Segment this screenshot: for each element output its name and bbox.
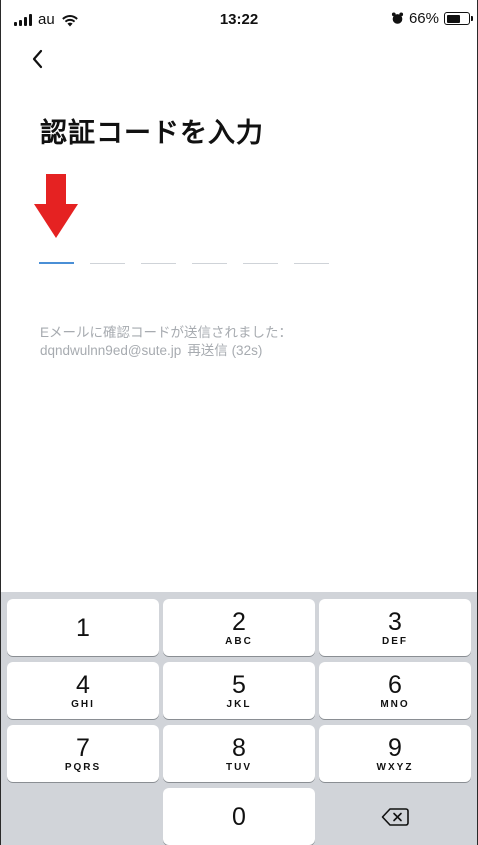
code-slot[interactable] bbox=[294, 258, 329, 264]
code-slot[interactable] bbox=[90, 258, 125, 264]
email-address: dqndwulnn9ed@sute.jp bbox=[40, 343, 182, 358]
resend-link[interactable]: 再送信 (32s) bbox=[187, 343, 262, 358]
key-number: 4 bbox=[76, 670, 90, 699]
key-number: 7 bbox=[76, 733, 90, 762]
info-message: Eメールに確認コードが送信されました： bbox=[40, 325, 293, 340]
status-right: 66% bbox=[391, 10, 473, 27]
key-number: 0 bbox=[232, 802, 246, 831]
email-sent-info: Eメールに確認コードが送信されました： dqndwulnn9ed@sute.jp… bbox=[40, 324, 292, 360]
key-7[interactable]: 7 PQRS bbox=[7, 725, 159, 782]
key-1[interactable]: 1 bbox=[7, 599, 159, 656]
key-number: 6 bbox=[388, 670, 402, 699]
numeric-keypad: 1 2 ABC 3 DEF 4 GHI 5 JKL 6 MNO 7 PQRS 8… bbox=[1, 592, 477, 845]
key-letters: JKL bbox=[226, 698, 252, 710]
code-slot[interactable] bbox=[39, 258, 74, 264]
key-letters: WXYZ bbox=[376, 761, 414, 773]
key-letters: DEF bbox=[382, 635, 408, 647]
alarm-icon bbox=[391, 12, 404, 24]
key-3[interactable]: 3 DEF bbox=[319, 599, 471, 656]
key-8[interactable]: 8 TUV bbox=[163, 725, 315, 782]
backspace-icon bbox=[381, 807, 409, 826]
key-number: 9 bbox=[388, 733, 402, 762]
code-slot[interactable] bbox=[243, 258, 278, 264]
code-slot[interactable] bbox=[141, 258, 176, 264]
chevron-left-icon bbox=[32, 49, 43, 69]
key-number: 3 bbox=[388, 607, 402, 636]
code-slot[interactable] bbox=[192, 258, 227, 264]
key-letters: MNO bbox=[380, 698, 410, 710]
info-line-2: dqndwulnn9ed@sute.jp 再送信 (32s) bbox=[40, 342, 292, 360]
page-title: 認証コードを入力 bbox=[40, 118, 264, 149]
key-6[interactable]: 6 MNO bbox=[319, 662, 471, 719]
key-4[interactable]: 4 GHI bbox=[7, 662, 159, 719]
key-number: 5 bbox=[232, 670, 246, 699]
key-0[interactable]: 0 bbox=[163, 788, 315, 845]
delete-key[interactable] bbox=[319, 788, 471, 845]
battery-icon bbox=[444, 12, 473, 25]
key-letters: PQRS bbox=[64, 761, 102, 773]
key-number: 2 bbox=[232, 607, 246, 636]
key-letters: TUV bbox=[226, 761, 252, 773]
battery-fill bbox=[446, 14, 461, 23]
key-number: 8 bbox=[232, 733, 246, 762]
key-number: 1 bbox=[76, 613, 90, 642]
key-5[interactable]: 5 JKL bbox=[163, 662, 315, 719]
back-button[interactable] bbox=[22, 44, 52, 74]
key-letters: ABC bbox=[225, 635, 253, 647]
key-2[interactable]: 2 ABC bbox=[163, 599, 315, 656]
key-9[interactable]: 9 WXYZ bbox=[319, 725, 471, 782]
battery-percent: 66% bbox=[408, 10, 439, 27]
verification-code-input[interactable] bbox=[39, 258, 329, 264]
status-bar: au 13:22 66% bbox=[0, 0, 478, 40]
red-down-arrow-icon bbox=[34, 174, 78, 238]
key-letters: GHI bbox=[71, 698, 95, 710]
battery-cap bbox=[471, 16, 473, 21]
